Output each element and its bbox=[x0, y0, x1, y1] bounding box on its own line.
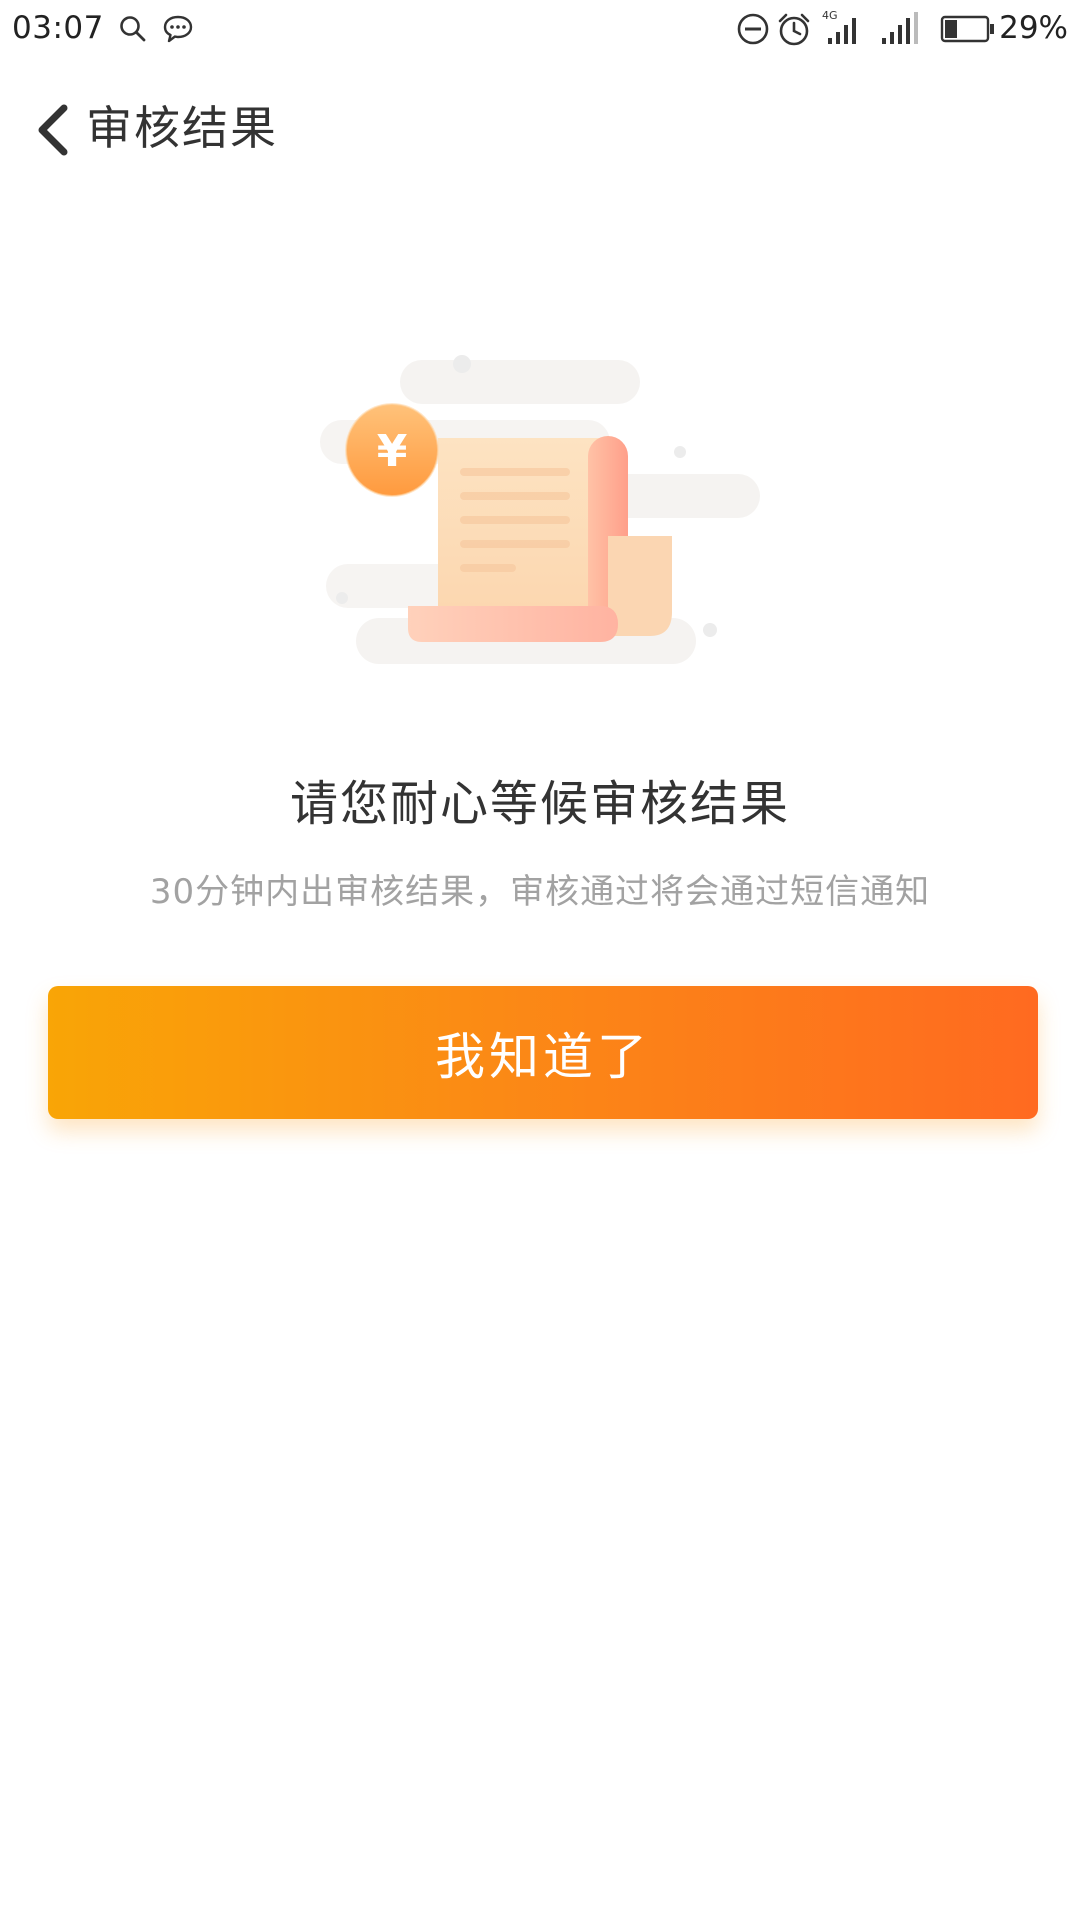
chevron-left-icon bbox=[38, 104, 68, 156]
coin-symbol: ¥ bbox=[377, 426, 408, 477]
chat-icon bbox=[162, 14, 194, 48]
receipt-scroll-icon: ¥ bbox=[320, 355, 760, 664]
status-headline: 请您耐心等候审核结果 bbox=[289, 776, 790, 832]
do-not-disturb-icon bbox=[736, 12, 770, 50]
pending-review-illustration: ¥ bbox=[300, 340, 780, 680]
page-title: 审核结果 bbox=[86, 101, 278, 155]
signal-4g-icon: 4G bbox=[822, 8, 866, 52]
battery-percent: 29% bbox=[999, 10, 1068, 46]
status-bar: 03:07 4G 29% bbox=[0, 0, 1080, 62]
confirm-button[interactable]: 我知道了 bbox=[48, 986, 1038, 1119]
battery-icon bbox=[940, 14, 996, 48]
status-detail: 30分钟内出审核结果，审核通过将会通过短信通知 bbox=[149, 872, 931, 912]
back-button[interactable] bbox=[22, 100, 82, 160]
search-icon bbox=[118, 14, 148, 48]
page-header: 审核结果 bbox=[0, 88, 1080, 168]
alarm-icon bbox=[776, 12, 812, 52]
signal-icon bbox=[878, 8, 922, 52]
status-time: 03:07 bbox=[12, 10, 104, 46]
network-type-label: 4G bbox=[822, 9, 838, 22]
